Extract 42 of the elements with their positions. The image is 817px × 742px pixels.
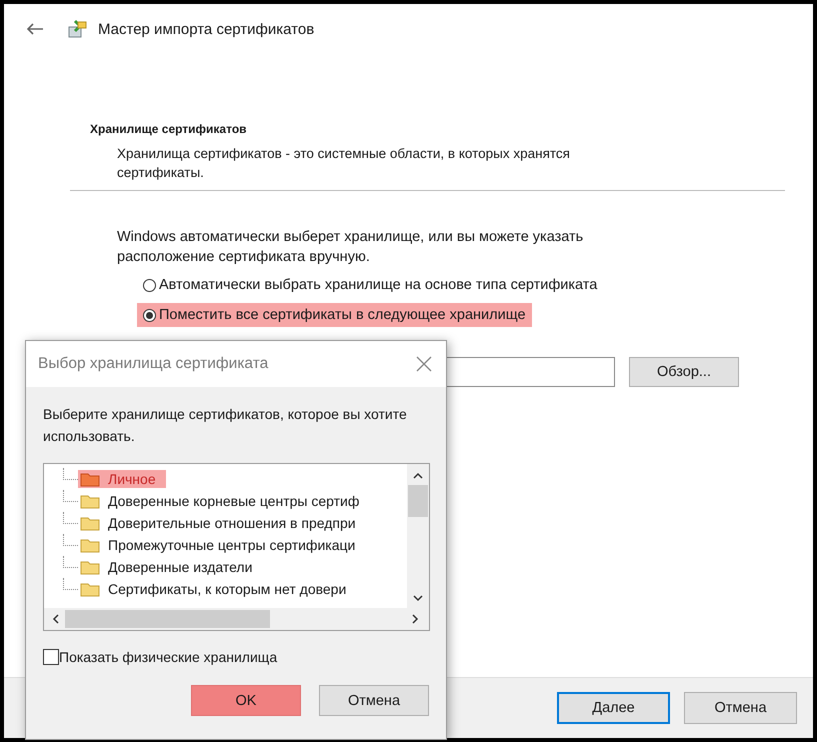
intro-text: Windows автоматически выберет хранилище, или вы можете указать расположение сертификата вручную. <box>117 228 584 267</box>
dialog-prompt: Выберите хранилище сертификатов, которое вы хотите использовать. <box>43 405 408 446</box>
checkbox-label: Показать физические хранилища <box>59 649 278 665</box>
tree-connector <box>63 534 78 546</box>
section-heading: Хранилище сертификатов <box>90 122 248 136</box>
folder-icon <box>80 537 100 553</box>
store-item[interactable]: Доверенные издатели <box>78 558 262 576</box>
vertical-scrollbar[interactable] <box>407 464 429 608</box>
folder-icon <box>80 559 100 575</box>
store-item[interactable]: Доверенные корневые центры сертиф <box>78 492 370 510</box>
cancel-button[interactable]: Отмена <box>319 685 429 716</box>
section-description: Хранилища сертификатов - это системные области, в которых хранятся сертификаты. <box>117 145 571 182</box>
certificate-import-icon <box>66 19 88 39</box>
radio-option[interactable]: Автоматически выбрать хранилище на основе типа сертификата <box>137 273 604 297</box>
next-button[interactable]: Далее <box>557 692 670 724</box>
ok-button[interactable]: OK <box>191 685 301 716</box>
back-icon[interactable] <box>26 22 44 36</box>
tree-connector <box>63 556 78 568</box>
scroll-down-icon[interactable] <box>413 595 423 602</box>
dialog-title: Выбор хранилища сертификата <box>38 355 268 373</box>
folder-icon <box>80 581 100 597</box>
store-item[interactable]: Доверительные отношения в предпри <box>78 514 366 532</box>
browse-button[interactable]: Обзор... <box>629 357 739 387</box>
tree-connector <box>63 490 78 502</box>
folder-icon <box>80 493 100 509</box>
scrollbar-thumb[interactable] <box>65 610 270 628</box>
tree-connector <box>63 578 78 590</box>
horizontal-scrollbar[interactable] <box>44 608 429 630</box>
checkbox[interactable] <box>43 649 59 665</box>
cancel-button[interactable]: Отмена <box>684 692 797 724</box>
store-item[interactable]: Сертификаты, к которым нет довери <box>78 580 356 598</box>
folder-icon <box>80 515 100 531</box>
scrollbar-thumb[interactable] <box>408 485 428 517</box>
tree-connector <box>63 512 78 524</box>
scroll-left-icon[interactable] <box>52 614 59 624</box>
radio-option[interactable]: Поместить все сертификаты в следующее хранилище <box>137 303 532 327</box>
window-title: Мастер импорта сертификатов <box>98 20 314 38</box>
scroll-right-icon[interactable] <box>412 614 419 624</box>
folder-icon <box>80 471 100 487</box>
store-item[interactable]: Промежуточные центры сертификаци <box>78 536 366 554</box>
close-icon[interactable] <box>416 356 432 372</box>
scroll-up-icon[interactable] <box>413 472 423 479</box>
